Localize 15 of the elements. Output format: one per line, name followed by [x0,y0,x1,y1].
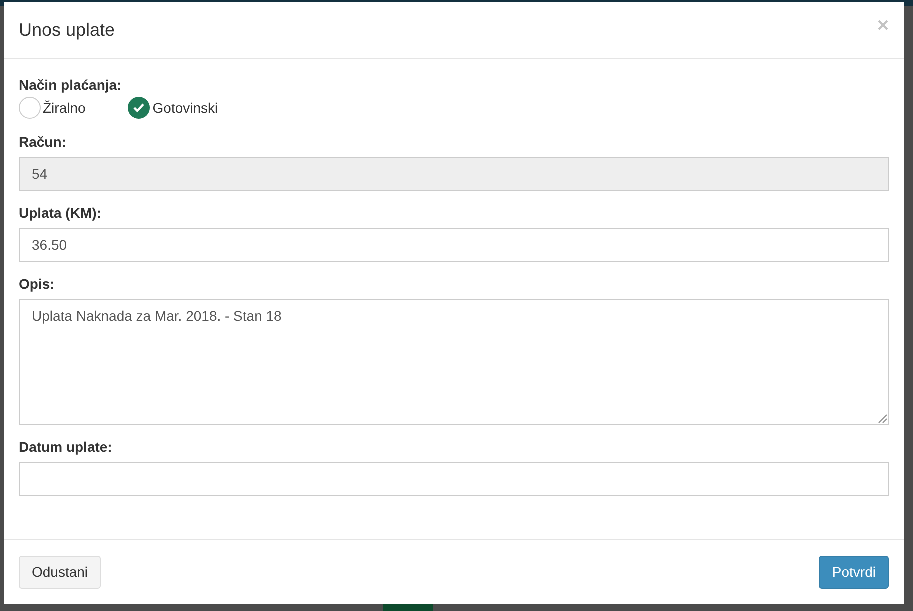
field-label: Datum uplate: [19,438,114,457]
cancel-button[interactable]: Odustani [19,556,102,588]
check-icon[interactable] [128,97,150,119]
description-field[interactable]: Uplata Naknada za Mar. 2018. - Stan 18 [19,299,889,425]
field-label: Način plaćanja: [19,76,123,95]
radio-option[interactable]: Žiralno [19,97,86,119]
field-label: Uplata (KM): [19,204,102,223]
input-field[interactable] [19,462,889,496]
dialog-title: Unos uplate [19,18,116,42]
resize-handle-icon[interactable] [876,412,888,424]
field-label: Račun: [19,133,68,152]
radio-option[interactable]: Gotovinski [128,97,218,119]
confirm-button[interactable]: Potvrdi [819,556,889,588]
field-label: Opis: [19,275,56,294]
input-field[interactable]: 36.50 [19,228,889,262]
